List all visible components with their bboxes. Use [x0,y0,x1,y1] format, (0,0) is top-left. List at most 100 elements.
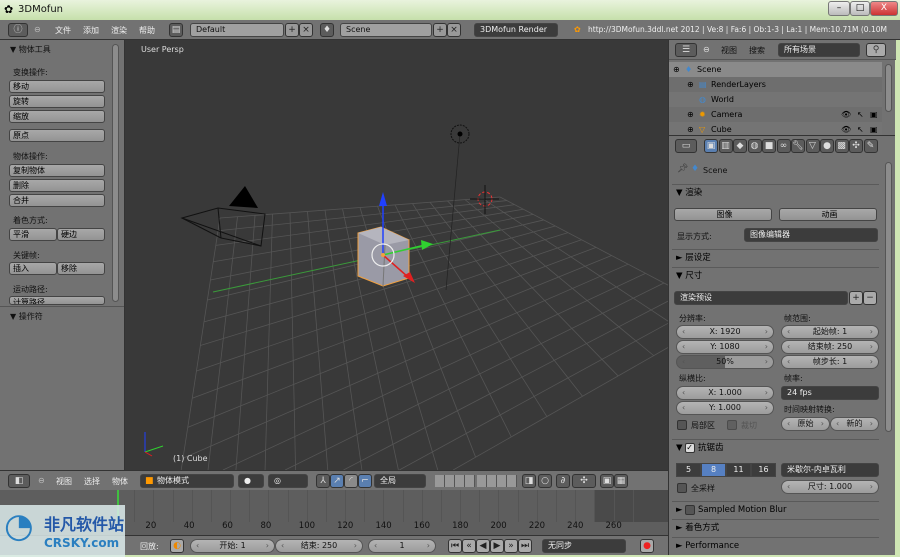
duplicate-button[interactable]: 复制物体 [9,164,105,177]
remap-new-field[interactable]: 新的 [830,417,879,431]
panel-shading[interactable]: ► 着色方式 [672,519,879,535]
flat-button[interactable]: 硬边 [57,228,105,241]
display-filter-select[interactable]: 所有场景 [778,43,860,57]
tab-data-icon[interactable]: ▽ [805,139,820,153]
scale-manipulator-icon[interactable]: ⌐ [358,474,372,488]
search-icon[interactable]: ⚲ [866,43,886,57]
panel-performance[interactable]: ► Performance [672,537,879,553]
lock-layers-icon[interactable]: ◨ [522,474,536,488]
menu-object[interactable]: 物体 [112,476,128,487]
record-icon[interactable]: ● [640,539,654,553]
outliner-item-world[interactable]: ◍ World [669,92,882,107]
render-image-button[interactable]: 图像 [674,208,772,221]
proportional-edit-icon[interactable]: ○ [538,474,552,488]
rotate-button[interactable]: 旋转 [9,95,105,108]
outliner-item-renderlayers[interactable]: ⊕ ▤ RenderLayers [669,77,882,92]
aa-sample-8[interactable]: 8 [701,463,726,477]
menu-view[interactable]: 视图 [56,476,72,487]
remove-preset-button[interactable]: − [863,291,877,305]
render-anim-icon[interactable]: ▦ [614,474,628,488]
smooth-button[interactable]: 平滑 [9,228,57,241]
translate-manipulator-icon[interactable]: ↗ [330,474,344,488]
layout-field[interactable]: Default [190,23,284,37]
render-animation-button[interactable]: 动画 [779,208,877,221]
scene-field[interactable]: Scene [340,23,432,37]
snap-target-icon[interactable]: ✣ [572,474,596,488]
panel-title-operator[interactable]: ▼ 操作符 [10,311,43,322]
aspect-y-field[interactable]: Y: 1.000 [676,401,774,415]
menu-view[interactable]: 视图 [721,45,737,56]
resolution-percent-slider[interactable]: 50% [676,355,774,369]
tool-shelf-scrollbar[interactable] [112,44,119,302]
aa-filter-select[interactable]: 米歇尔-内卓瓦利 [781,463,879,477]
panel-layers[interactable]: ► 层设定 [672,249,879,265]
full-sample-checkbox[interactable] [677,483,687,493]
prev-keyframe-icon[interactable]: « [462,539,476,553]
tab-modifiers-icon[interactable]: 🔧︎ [791,139,805,153]
tab-particles-icon[interactable]: ✣ [849,139,863,153]
add-layout-button[interactable]: + [285,23,299,37]
editor-type-info-icon[interactable]: ⓘ [8,23,28,37]
end-frame-field[interactable]: 结束帧: 250 [781,340,879,354]
start-frame-field[interactable]: 开始: 1 [190,539,275,553]
editor-type-outliner-icon[interactable]: ☰ [675,43,697,57]
menu-add[interactable]: 添加 [83,25,99,36]
panel-title-object-tools[interactable]: ▼ 物体工具 [10,44,51,55]
join-button[interactable]: 合并 [9,194,105,207]
aa-sample-11[interactable]: 11 [726,463,751,477]
layers-grid-2[interactable] [477,475,517,487]
manipulator-toggle-icon[interactable]: ⅄ [316,474,330,488]
collapse-icon[interactable]: ⊖ [703,45,710,54]
antialiasing-checkbox[interactable]: ✓ [685,442,696,453]
orientation-select[interactable]: 全局 [374,474,426,488]
editor-type-3d-icon[interactable]: ◧ [8,474,30,488]
render-camera-icon[interactable]: ▣ [870,107,878,122]
snap-icon[interactable]: ∂ [556,474,570,488]
menu-search[interactable]: 搜索 [749,45,765,56]
menu-help[interactable]: 帮助 [139,25,155,36]
expand-icon[interactable]: ⊕ [687,107,694,122]
resolution-x-field[interactable]: X: 1920 [676,325,774,339]
translate-button[interactable]: 移动 [9,80,105,93]
panel-dimensions[interactable]: ▼ 尺寸 [672,267,879,283]
tab-scene-icon[interactable]: ◆ [733,139,747,153]
aa-sample-5[interactable]: 5 [676,463,701,477]
playback-menu[interactable]: 回放: [140,541,159,552]
collapse-icon[interactable]: ⊖ [38,476,45,485]
add-preset-button[interactable]: + [849,291,863,305]
tab-texture-icon[interactable]: ▩ [834,139,849,153]
properties-scrollbar[interactable] [885,162,892,432]
render-presets-select[interactable]: 渲染预设 [674,291,848,305]
panel-antialiasing[interactable]: ▼ ✓ 抗锯齿 [672,439,879,455]
origin-button[interactable]: 原点 [9,129,105,142]
filter-size-field[interactable]: 尺寸: 1.000 [781,480,879,494]
expand-icon[interactable]: ⊕ [673,62,680,77]
tab-render-layers-icon[interactable]: ▥ [718,139,733,153]
minimize-button[interactable]: – [828,1,850,16]
layers-grid-1[interactable] [435,475,475,487]
expand-icon[interactable]: ⊕ [687,77,694,92]
aa-sample-16[interactable]: 16 [751,463,776,477]
tab-physics-icon[interactable]: ✎ [863,139,878,153]
tab-material-icon[interactable]: ● [820,139,834,153]
keying-icon[interactable]: ◐ [170,539,184,553]
pivot-select[interactable]: ◎ [268,474,308,488]
display-select[interactable]: 图像编辑器 [744,228,878,242]
render-engine-select[interactable]: 3DMofun Render [474,23,558,37]
visibility-eye-icon[interactable]: 👁︎ [841,107,851,122]
close-button[interactable]: X [870,1,898,16]
current-frame-field[interactable]: 1 [368,539,436,553]
tab-constraints-icon[interactable]: ∞ [776,139,791,153]
tab-world-icon[interactable]: ◍ [747,139,762,153]
rotate-manipulator-icon[interactable]: ◜ [344,474,358,488]
menu-file[interactable]: 文件 [55,25,71,36]
mode-select[interactable]: 物体模式 [140,474,234,488]
tab-render-icon[interactable]: ▣ [704,139,718,153]
aspect-x-field[interactable]: X: 1.000 [676,386,774,400]
scene-canvas[interactable] [125,40,668,470]
frame-step-field[interactable]: 帧步长: 1 [781,355,879,369]
remap-old-field[interactable]: 原始 [781,417,830,431]
add-scene-button[interactable]: + [433,23,447,37]
menu-select[interactable]: 选择 [84,476,100,487]
select-arrow-icon[interactable]: ↖ [857,107,864,122]
